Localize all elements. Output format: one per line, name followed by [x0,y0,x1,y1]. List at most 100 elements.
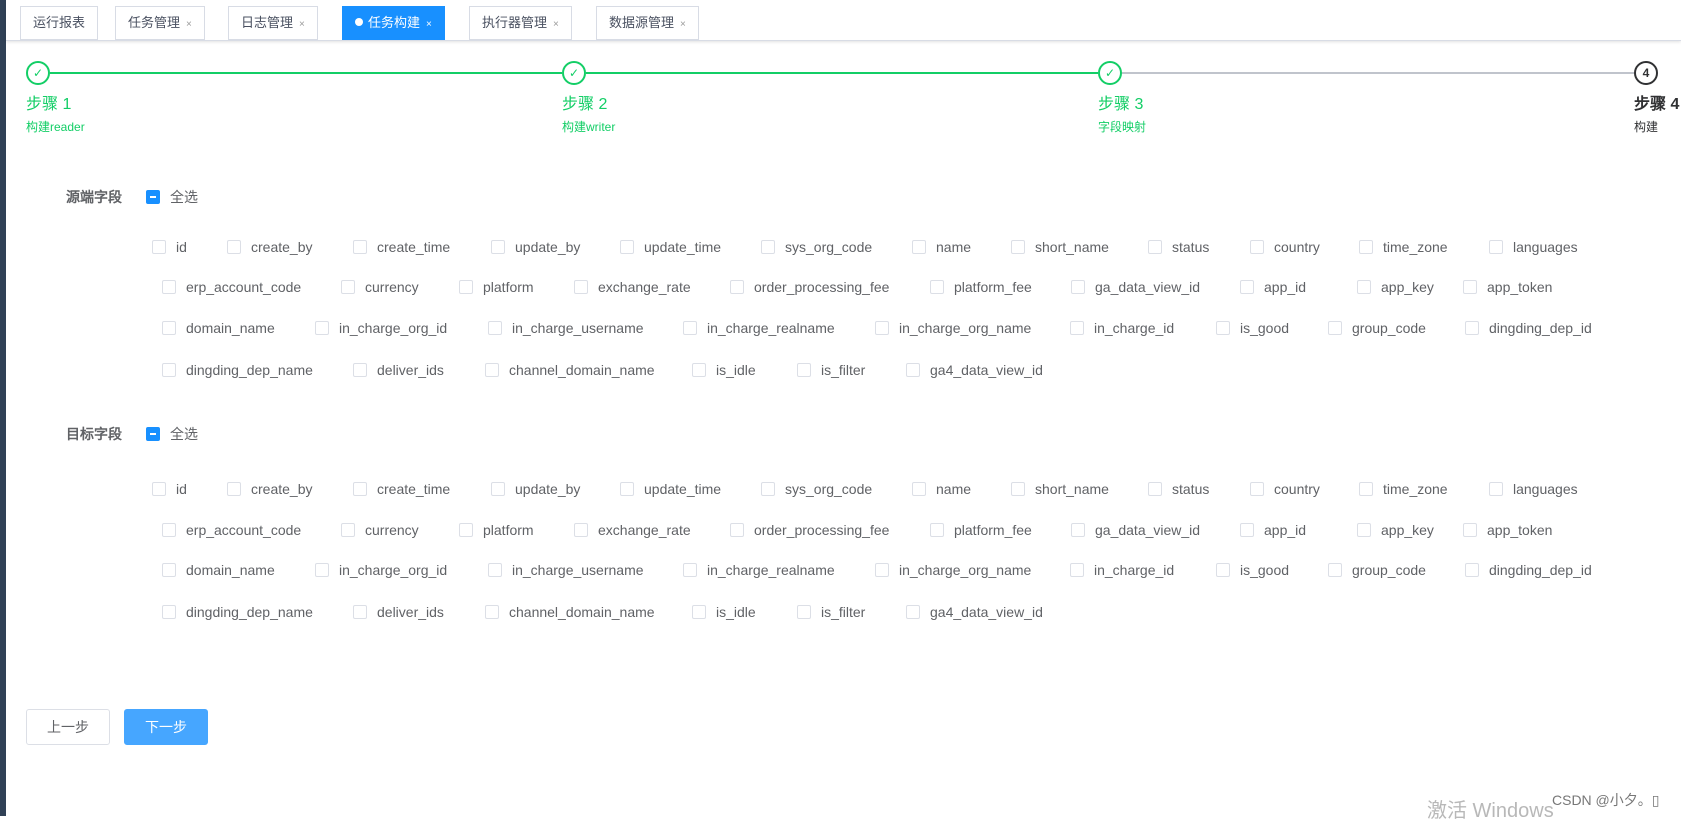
field-checkbox-ga4-data-view-id[interactable]: ga4_data_view_id [906,362,1043,378]
field-checkbox-dingding-dep-name[interactable]: dingding_dep_name [162,604,313,620]
checkbox-icon[interactable] [906,605,920,619]
field-checkbox-domain-name[interactable]: domain_name [162,320,275,336]
field-checkbox-group-code[interactable]: group_code [1328,320,1426,336]
checkbox-icon[interactable] [875,321,889,335]
field-checkbox-app-key[interactable]: app_key [1357,279,1434,295]
checkbox-icon[interactable] [1328,563,1342,577]
field-checkbox-is-good[interactable]: is_good [1216,320,1289,336]
checkbox-icon[interactable] [1250,482,1264,496]
field-checkbox-in-charge-username[interactable]: in_charge_username [488,320,644,336]
indeterminate-checkbox-icon[interactable] [146,427,160,441]
target-check-all[interactable]: 全选 [146,424,198,444]
checkbox-icon[interactable] [761,240,775,254]
tab-executor-management[interactable]: 执行器管理 × [469,6,572,40]
checkbox-icon[interactable] [491,482,505,496]
checkbox-icon[interactable] [162,321,176,335]
field-checkbox-status[interactable]: status [1148,481,1209,497]
field-checkbox-sys-org-code[interactable]: sys_org_code [761,481,872,497]
prev-step-button[interactable]: 上一步 [26,709,110,745]
checkbox-icon[interactable] [1070,321,1084,335]
checkbox-icon[interactable] [730,280,744,294]
field-checkbox-domain-name[interactable]: domain_name [162,562,275,578]
field-checkbox-languages[interactable]: languages [1489,239,1578,255]
checkbox-icon[interactable] [930,523,944,537]
field-checkbox-in-charge-org-id[interactable]: in_charge_org_id [315,562,447,578]
field-checkbox-platform-fee[interactable]: platform_fee [930,522,1032,538]
checkbox-icon[interactable] [912,240,926,254]
field-checkbox-platform-fee[interactable]: platform_fee [930,279,1032,295]
field-checkbox-in-charge-username[interactable]: in_charge_username [488,562,644,578]
indeterminate-checkbox-icon[interactable] [146,190,160,204]
checkbox-icon[interactable] [1489,240,1503,254]
field-checkbox-in-charge-org-name[interactable]: in_charge_org_name [875,562,1031,578]
field-checkbox-dingding-dep-name[interactable]: dingding_dep_name [162,362,313,378]
field-checkbox-is-idle[interactable]: is_idle [692,604,756,620]
field-checkbox-platform[interactable]: platform [459,522,534,538]
checkbox-icon[interactable] [1148,482,1162,496]
next-step-button[interactable]: 下一步 [124,709,208,745]
field-checkbox-ga-data-view-id[interactable]: ga_data_view_id [1071,279,1200,295]
field-checkbox-ga4-data-view-id[interactable]: ga4_data_view_id [906,604,1043,620]
field-checkbox-deliver-ids[interactable]: deliver_ids [353,604,444,620]
checkbox-icon[interactable] [1357,280,1371,294]
field-checkbox-update-time[interactable]: update_time [620,239,721,255]
field-checkbox-app-token[interactable]: app_token [1463,522,1552,538]
checkbox-icon[interactable] [485,605,499,619]
field-checkbox-id[interactable]: id [152,481,187,497]
checkbox-icon[interactable] [353,605,367,619]
field-checkbox-sys-org-code[interactable]: sys_org_code [761,239,872,255]
checkbox-icon[interactable] [912,482,926,496]
checkbox-icon[interactable] [315,321,329,335]
field-checkbox-name[interactable]: name [912,239,971,255]
field-checkbox-in-charge-org-name[interactable]: in_charge_org_name [875,320,1031,336]
field-checkbox-time-zone[interactable]: time_zone [1359,481,1448,497]
close-icon[interactable]: × [426,19,432,30]
checkbox-icon[interactable] [1463,280,1477,294]
checkbox-icon[interactable] [1148,240,1162,254]
field-checkbox-time-zone[interactable]: time_zone [1359,239,1448,255]
field-checkbox-country[interactable]: country [1250,481,1320,497]
field-checkbox-short-name[interactable]: short_name [1011,239,1109,255]
close-icon[interactable]: × [680,19,686,30]
checkbox-icon[interactable] [930,280,944,294]
checkbox-icon[interactable] [1240,280,1254,294]
field-checkbox-app-key[interactable]: app_key [1357,522,1434,538]
checkbox-icon[interactable] [152,482,166,496]
field-checkbox-create-time[interactable]: create_time [353,239,450,255]
checkbox-icon[interactable] [162,363,176,377]
field-checkbox-ga-data-view-id[interactable]: ga_data_view_id [1071,522,1200,538]
checkbox-icon[interactable] [730,523,744,537]
checkbox-icon[interactable] [353,240,367,254]
field-checkbox-dingding-dep-id[interactable]: dingding_dep_id [1465,320,1592,336]
checkbox-icon[interactable] [488,321,502,335]
checkbox-icon[interactable] [1357,523,1371,537]
field-checkbox-update-time[interactable]: update_time [620,481,721,497]
field-checkbox-in-charge-id[interactable]: in_charge_id [1070,562,1174,578]
checkbox-icon[interactable] [1071,280,1085,294]
checkbox-icon[interactable] [1359,240,1373,254]
checkbox-icon[interactable] [1465,321,1479,335]
checkbox-icon[interactable] [1240,523,1254,537]
field-checkbox-order-processing-fee[interactable]: order_processing_fee [730,522,889,538]
close-icon[interactable]: × [553,19,559,30]
checkbox-icon[interactable] [459,523,473,537]
checkbox-icon[interactable] [227,240,241,254]
checkbox-icon[interactable] [162,605,176,619]
field-checkbox-platform[interactable]: platform [459,279,534,295]
checkbox-icon[interactable] [488,563,502,577]
field-checkbox-id[interactable]: id [152,239,187,255]
checkbox-icon[interactable] [683,321,697,335]
field-checkbox-dingding-dep-id[interactable]: dingding_dep_id [1465,562,1592,578]
checkbox-icon[interactable] [162,523,176,537]
checkbox-icon[interactable] [341,523,355,537]
checkbox-icon[interactable] [353,482,367,496]
field-checkbox-create-time[interactable]: create_time [353,481,450,497]
field-checkbox-update-by[interactable]: update_by [491,481,580,497]
checkbox-icon[interactable] [491,240,505,254]
tab-log-management[interactable]: 日志管理 × [228,6,318,40]
checkbox-icon[interactable] [162,280,176,294]
checkbox-icon[interactable] [1328,321,1342,335]
field-checkbox-exchange-rate[interactable]: exchange_rate [574,522,691,538]
checkbox-icon[interactable] [1070,563,1084,577]
checkbox-icon[interactable] [906,363,920,377]
